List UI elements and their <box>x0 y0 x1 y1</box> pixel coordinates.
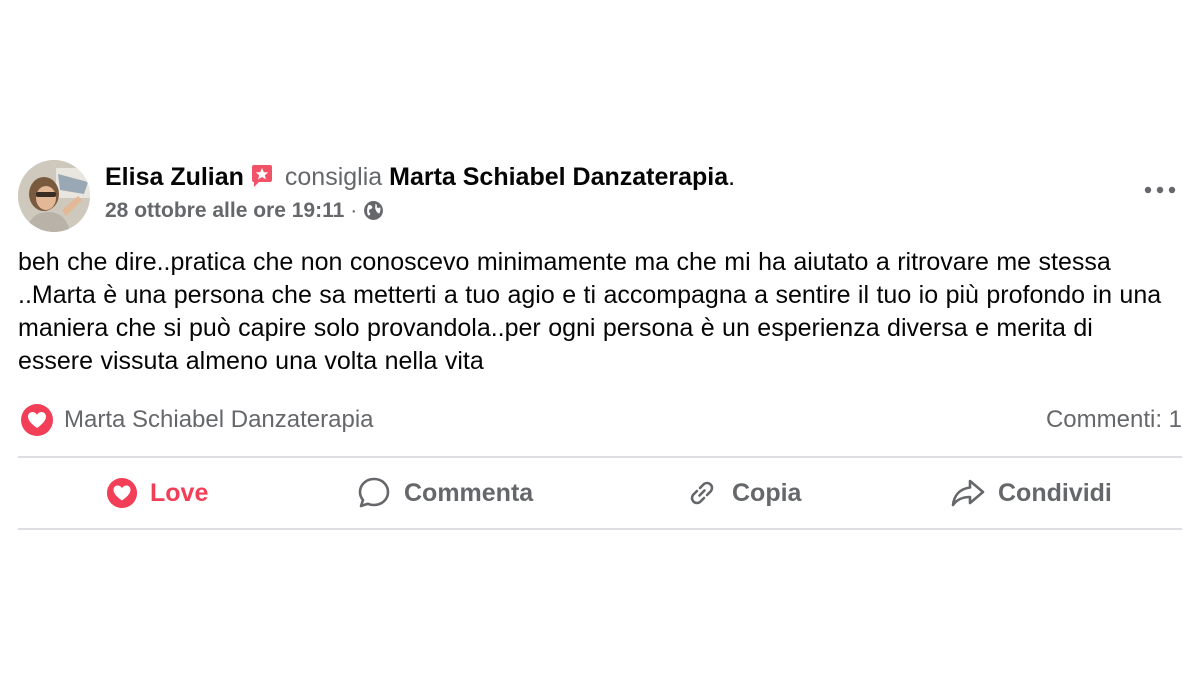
recommend-verb: consiglia <box>284 163 383 191</box>
more-dots-icon <box>1144 186 1176 194</box>
comment-label: Commenta <box>404 478 534 507</box>
review-post: Elisa Zulian consiglia Marta Schiabel Da… <box>18 158 1182 530</box>
avatar[interactable] <box>18 160 90 232</box>
share-label: Condividi <box>998 478 1112 507</box>
more-options-button[interactable] <box>1140 180 1180 200</box>
divider <box>18 528 1182 530</box>
page-name[interactable]: Marta Schiabel Danzaterapia <box>389 163 728 191</box>
meta-separator: · <box>350 199 358 222</box>
post-stats: Marta Schiabel Danzaterapia Commenti: 1 <box>18 400 1182 440</box>
comments-count[interactable]: Commenti: 1 <box>1046 406 1182 434</box>
comment-bubble-icon <box>358 477 390 508</box>
post-meta: 28 ottobre alle ore 19:11 · <box>105 198 384 228</box>
share-arrow-icon <box>951 479 985 507</box>
sentence-period: . <box>728 163 736 191</box>
author-name[interactable]: Elisa Zulian <box>105 163 244 191</box>
recommendation-star-icon <box>250 164 274 195</box>
globe-icon[interactable] <box>363 200 384 228</box>
post-body-text: beh che dire..pratica che non conoscevo … <box>18 248 1162 375</box>
copy-button[interactable]: Copia <box>684 458 801 528</box>
copy-label: Copia <box>732 478 802 507</box>
post-header: Elisa Zulian consiglia Marta Schiabel Da… <box>18 158 1182 236</box>
comment-button[interactable]: Commenta <box>356 458 533 528</box>
post-timestamp[interactable]: 28 ottobre alle ore 19:11 <box>105 199 344 222</box>
love-button[interactable]: Love <box>106 458 208 528</box>
heart-icon[interactable] <box>20 403 54 442</box>
author-line: Elisa Zulian consiglia Marta Schiabel Da… <box>105 162 735 195</box>
reacted-by-label[interactable]: Marta Schiabel Danzaterapia <box>64 406 374 434</box>
heart-icon <box>106 477 138 509</box>
link-icon <box>690 481 714 505</box>
share-button[interactable]: Condividi <box>950 458 1112 528</box>
action-bar: Love Commenta Copia Condividi <box>18 458 1182 528</box>
love-label: Love <box>150 478 209 507</box>
